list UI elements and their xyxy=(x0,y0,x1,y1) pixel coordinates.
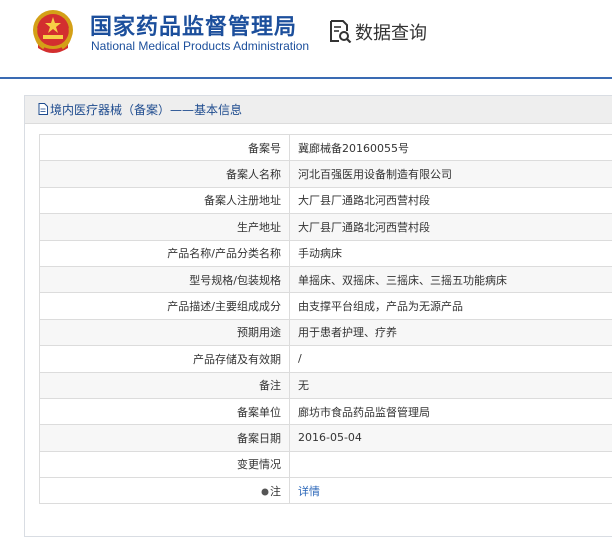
row-label: 备案单位 xyxy=(40,398,290,424)
row-value: 大厂县厂通路北河西营村段 xyxy=(290,214,612,240)
row-value: 单摇床、双摇床、三摇床、三摇五功能病床 xyxy=(290,266,612,292)
panel-title-bar: 境内医疗器械（备案）——基本信息 xyxy=(25,96,612,124)
table-row: 产品描述/主要组成成分由支撑平台组成，产品为无源产品 xyxy=(40,293,612,319)
note-label: 注 xyxy=(270,485,281,498)
row-value: / xyxy=(290,346,612,372)
site-title: 国家药品监督管理局 xyxy=(90,9,297,41)
table-row: 备案人名称河北百强医用设备制造有限公司 xyxy=(40,161,612,187)
row-label: 备案人名称 xyxy=(40,161,290,187)
row-value: 无 xyxy=(290,372,612,398)
row-label: 备注 xyxy=(40,372,290,398)
row-label: 产品名称/产品分类名称 xyxy=(40,240,290,266)
table-row: 生产地址大厂县厂通路北河西营村段 xyxy=(40,214,612,240)
panel-title: 境内医疗器械（备案）——基本信息 xyxy=(50,101,242,118)
table-row: 变更情况 xyxy=(40,451,612,477)
data-query-title: 数据查询 xyxy=(355,19,427,45)
note-label-cell: 注 xyxy=(40,478,290,504)
row-value: 2016-05-04 xyxy=(290,425,612,451)
detail-panel: 境内医疗器械（备案）——基本信息 备案号冀廊械备20160055号备案人名称河北… xyxy=(24,95,612,537)
site-subtitle: National Medical Products Administration xyxy=(91,39,309,53)
table-row: 产品名称/产品分类名称手动病床 xyxy=(40,240,612,266)
row-value: 大厂县厂通路北河西营村段 xyxy=(290,187,612,213)
table-row: 产品存储及有效期/ xyxy=(40,346,612,372)
row-label: 型号规格/包装规格 xyxy=(40,266,290,292)
row-value: 由支撑平台组成，产品为无源产品 xyxy=(290,293,612,319)
row-value: 冀廊械备20160055号 xyxy=(290,135,612,161)
document-icon xyxy=(38,103,48,115)
row-label: 备案人注册地址 xyxy=(40,187,290,213)
header-divider xyxy=(0,77,612,79)
row-label: 备案日期 xyxy=(40,425,290,451)
table-row: 备案单位廊坊市食品药品监督管理局 xyxy=(40,398,612,424)
table-row: 注 详情 xyxy=(40,478,612,504)
table-row: 备案人注册地址大厂县厂通路北河西营村段 xyxy=(40,187,612,213)
details-link[interactable]: 详情 xyxy=(298,485,320,498)
row-label: 产品描述/主要组成成分 xyxy=(40,293,290,319)
table-row: 备注无 xyxy=(40,372,612,398)
row-value: 河北百强医用设备制造有限公司 xyxy=(290,161,612,187)
row-value xyxy=(290,451,612,477)
table-row: 预期用途用于患者护理、疗养 xyxy=(40,319,612,345)
table-row: 型号规格/包装规格单摇床、双摇床、三摇床、三摇五功能病床 xyxy=(40,266,612,292)
row-label: 预期用途 xyxy=(40,319,290,345)
row-value: 手动病床 xyxy=(290,240,612,266)
row-label: 备案号 xyxy=(40,135,290,161)
national-emblem-icon xyxy=(30,8,76,56)
site-header: 国家药品监督管理局 National Medical Products Admi… xyxy=(0,0,612,78)
row-label: 变更情况 xyxy=(40,451,290,477)
table-row: 备案日期2016-05-04 xyxy=(40,425,612,451)
table-row: 备案号冀廊械备20160055号 xyxy=(40,135,612,161)
row-label: 产品存储及有效期 xyxy=(40,346,290,372)
pin-icon xyxy=(261,488,269,496)
record-table: 备案号冀廊械备20160055号备案人名称河北百强医用设备制造有限公司备案人注册… xyxy=(39,134,612,504)
row-label: 生产地址 xyxy=(40,214,290,240)
document-search-icon xyxy=(328,19,352,43)
row-value: 用于患者护理、疗养 xyxy=(290,319,612,345)
row-value: 廊坊市食品药品监督管理局 xyxy=(290,398,612,424)
note-value-cell: 详情 xyxy=(290,478,612,504)
